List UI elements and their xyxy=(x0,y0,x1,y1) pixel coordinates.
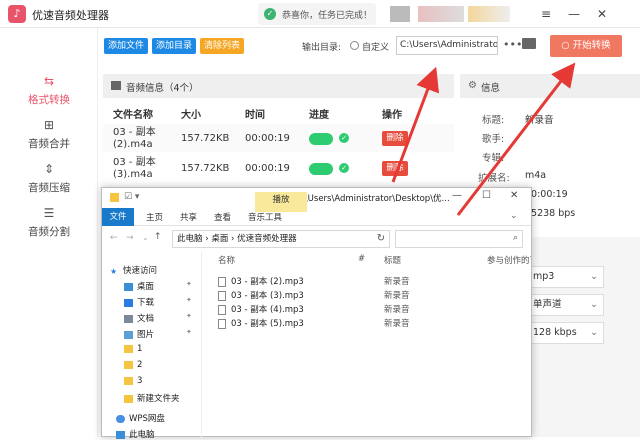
arrow-to-output-path xyxy=(391,66,440,183)
arrow-to-start-button xyxy=(456,62,576,216)
annotation-arrows xyxy=(391,62,576,216)
